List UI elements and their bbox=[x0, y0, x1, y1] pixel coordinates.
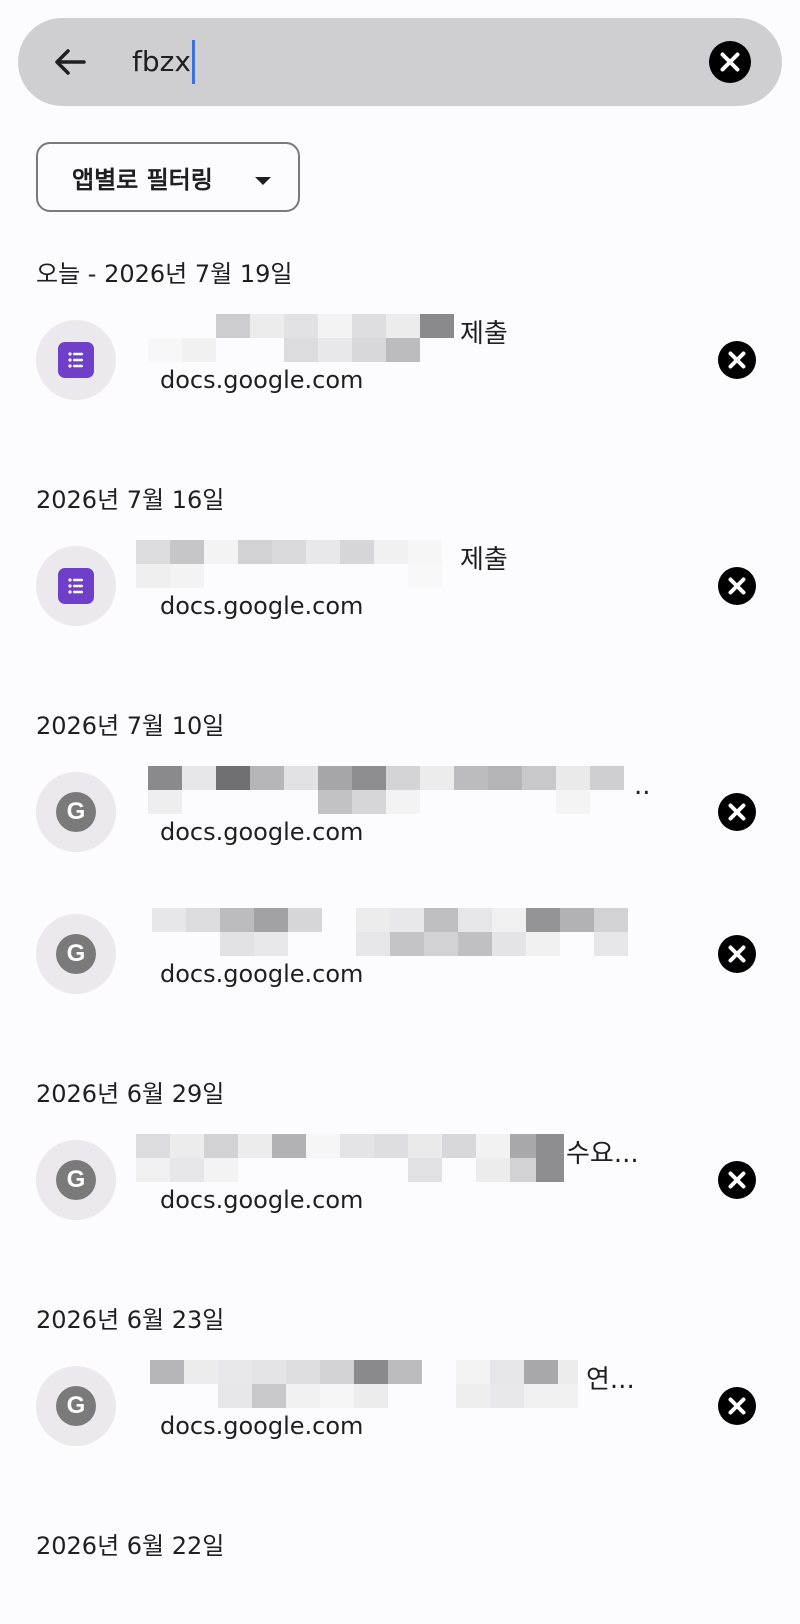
item-title: 제출 bbox=[460, 545, 508, 575]
remove-item-icon[interactable] bbox=[717, 934, 757, 974]
date-header: 2026년 7월 16일 bbox=[36, 486, 225, 514]
item-url: docs.google.com bbox=[160, 960, 364, 988]
item-url: docs.google.com bbox=[160, 592, 364, 620]
item-title: .. bbox=[634, 771, 651, 801]
item-url: docs.google.com bbox=[160, 1186, 364, 1214]
history-item[interactable]: G docs.google.com bbox=[0, 894, 800, 1014]
forms-icon bbox=[36, 320, 116, 400]
clear-search-icon[interactable] bbox=[708, 40, 752, 84]
text-cursor bbox=[191, 40, 195, 84]
redacted-title bbox=[148, 766, 628, 814]
history-item[interactable]: G 연... docs.google.com bbox=[0, 1346, 800, 1466]
item-title: 수요... bbox=[566, 1139, 639, 1169]
search-query-text: fbzx bbox=[132, 45, 191, 78]
date-header: 2026년 6월 23일 bbox=[36, 1306, 225, 1334]
redacted-title bbox=[136, 540, 450, 588]
date-header: 오늘 - 2026년 7월 19일 bbox=[36, 260, 293, 288]
history-item[interactable]: G .. docs.google.com bbox=[0, 752, 800, 872]
date-header: 2026년 6월 22일 bbox=[36, 1532, 225, 1560]
redacted-title bbox=[150, 1360, 578, 1408]
forms-icon bbox=[36, 546, 116, 626]
item-url: docs.google.com bbox=[160, 818, 364, 846]
remove-item-icon[interactable] bbox=[717, 340, 757, 380]
redacted-title bbox=[148, 314, 458, 362]
item-title: 연... bbox=[586, 1365, 635, 1395]
item-url: docs.google.com bbox=[160, 1412, 364, 1440]
history-item[interactable]: 제출 docs.google.com bbox=[0, 300, 800, 420]
redacted-title bbox=[136, 1134, 564, 1182]
history-item[interactable]: G 수요... docs.google.com bbox=[0, 1120, 800, 1240]
filter-label: 앱별로 필터링 bbox=[72, 165, 213, 194]
back-arrow-icon[interactable] bbox=[48, 40, 92, 84]
history-item[interactable]: 제출 docs.google.com bbox=[0, 526, 800, 646]
search-bar[interactable]: fbzx bbox=[18, 18, 782, 106]
remove-item-icon[interactable] bbox=[717, 792, 757, 832]
date-header: 2026년 6월 29일 bbox=[36, 1080, 225, 1108]
search-input[interactable]: fbzx bbox=[132, 40, 195, 84]
dropdown-arrow-icon bbox=[254, 172, 272, 185]
redacted-title bbox=[152, 908, 640, 956]
g-icon: G bbox=[36, 1366, 116, 1446]
g-icon: G bbox=[36, 772, 116, 852]
item-title: 제출 bbox=[460, 319, 508, 349]
g-icon: G bbox=[36, 914, 116, 994]
g-icon: G bbox=[36, 1140, 116, 1220]
date-header: 2026년 7월 10일 bbox=[36, 712, 225, 740]
item-url: docs.google.com bbox=[160, 366, 364, 394]
remove-item-icon[interactable] bbox=[717, 1386, 757, 1426]
remove-item-icon[interactable] bbox=[717, 1160, 757, 1200]
filter-by-app-dropdown[interactable]: 앱별로 필터링 bbox=[36, 142, 300, 212]
remove-item-icon[interactable] bbox=[717, 566, 757, 606]
